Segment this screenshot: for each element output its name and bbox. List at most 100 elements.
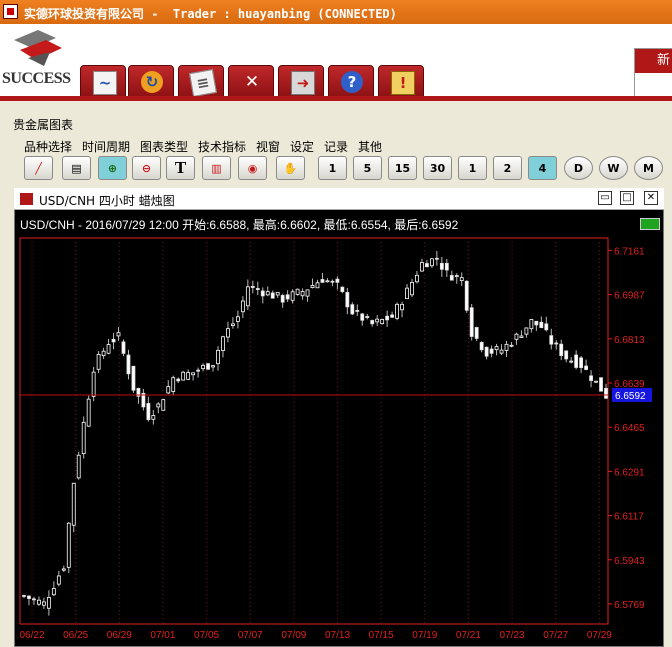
candle-body [420, 262, 424, 272]
candle-body [405, 287, 409, 300]
candle-body [524, 327, 529, 335]
candle-body [494, 346, 499, 351]
candle-body [350, 304, 355, 315]
candle-body [151, 415, 156, 420]
candle-body [514, 333, 519, 340]
candle-body [51, 588, 56, 596]
candle-body [474, 327, 479, 339]
candle-body [484, 346, 489, 357]
candle-body [81, 421, 86, 454]
candle-body [56, 575, 61, 585]
candle-body [111, 339, 116, 343]
candle-body [260, 290, 265, 297]
candle-body [275, 291, 280, 296]
x-tick-label: 07/21 [456, 630, 481, 641]
x-tick-label: 07/19 [412, 630, 437, 641]
y-tick-label: 6.6813 [614, 335, 645, 346]
candle-body [564, 350, 569, 360]
candlestick-chart[interactable]: 6.71616.69876.68136.66396.64656.62916.61… [0, 0, 672, 647]
candle-body [360, 313, 365, 321]
candle-body [489, 348, 494, 354]
candle-body [504, 343, 509, 351]
y-tick-label: 6.7161 [614, 246, 645, 257]
candle-body [584, 365, 589, 370]
candle-body [415, 274, 419, 283]
x-tick-label: 07/05 [194, 630, 219, 641]
candle-body [86, 398, 91, 427]
candle-body [196, 369, 201, 372]
candle-body [96, 354, 101, 370]
candle-body [201, 364, 205, 370]
candle-body [569, 360, 574, 363]
candle-body [554, 342, 559, 345]
candle-body [285, 294, 290, 300]
candle-body [574, 354, 579, 368]
candle-body [161, 399, 166, 411]
candle-body [315, 282, 320, 289]
candle-body [280, 295, 285, 303]
candle-body [385, 315, 390, 321]
candle-body [594, 380, 598, 383]
y-tick-label: 6.6117 [614, 512, 644, 523]
candle-body [444, 262, 449, 271]
candle-body [46, 597, 51, 609]
candle-body [121, 341, 126, 354]
candle-body [300, 291, 305, 297]
candle-body [305, 289, 310, 297]
candle-body [61, 568, 66, 571]
candle-body [434, 257, 439, 260]
candle-body [330, 280, 335, 283]
candle-body [459, 277, 464, 281]
candle-body [71, 482, 76, 526]
candle-body [549, 335, 554, 345]
candle-body [320, 279, 325, 283]
x-tick-label: 06/25 [63, 630, 88, 641]
candle-body [509, 344, 514, 347]
candle-body [449, 275, 454, 281]
candle-body [519, 335, 524, 338]
candle-body [454, 275, 459, 278]
y-tick-label: 6.6465 [614, 423, 645, 434]
candle-body [255, 288, 260, 291]
candle-body [365, 316, 370, 318]
x-tick-label: 07/29 [587, 630, 612, 641]
candle-body [101, 350, 106, 357]
x-tick-label: 07/01 [150, 630, 175, 641]
y-tick-label: 6.5769 [614, 600, 645, 611]
candle-body [106, 344, 111, 354]
candle-body [335, 278, 340, 283]
candle-body [265, 291, 270, 296]
candle-body [176, 378, 181, 382]
candle-body [91, 371, 96, 397]
candle-body [186, 372, 191, 380]
candle-body [216, 349, 220, 365]
candle-body [221, 336, 225, 351]
x-tick-label: 07/07 [238, 630, 263, 641]
candle-body [529, 319, 534, 330]
candle-body [76, 454, 81, 479]
candle-body [27, 595, 31, 599]
x-tick-label: 07/09 [281, 630, 306, 641]
candle-body [340, 286, 345, 293]
candle-body [375, 318, 380, 323]
candle-body [380, 319, 385, 325]
x-tick-label: 07/23 [500, 630, 525, 641]
candle-body [534, 320, 539, 326]
candle-body [22, 595, 26, 597]
candle-body [66, 522, 71, 568]
candle-body [41, 601, 46, 606]
candle-body [250, 285, 255, 288]
x-tick-label: 07/13 [325, 630, 350, 641]
candle-body [559, 343, 564, 357]
candle-body [211, 365, 215, 368]
candle-body [191, 372, 196, 376]
candle-body [226, 328, 230, 338]
x-tick-label: 07/15 [369, 630, 394, 641]
candle-body [295, 288, 300, 295]
candle-body [544, 323, 549, 331]
candle-body [370, 320, 375, 325]
candle-body [146, 403, 151, 420]
candle-body [589, 375, 593, 381]
candle-body [235, 316, 240, 322]
candle-body [240, 300, 245, 313]
